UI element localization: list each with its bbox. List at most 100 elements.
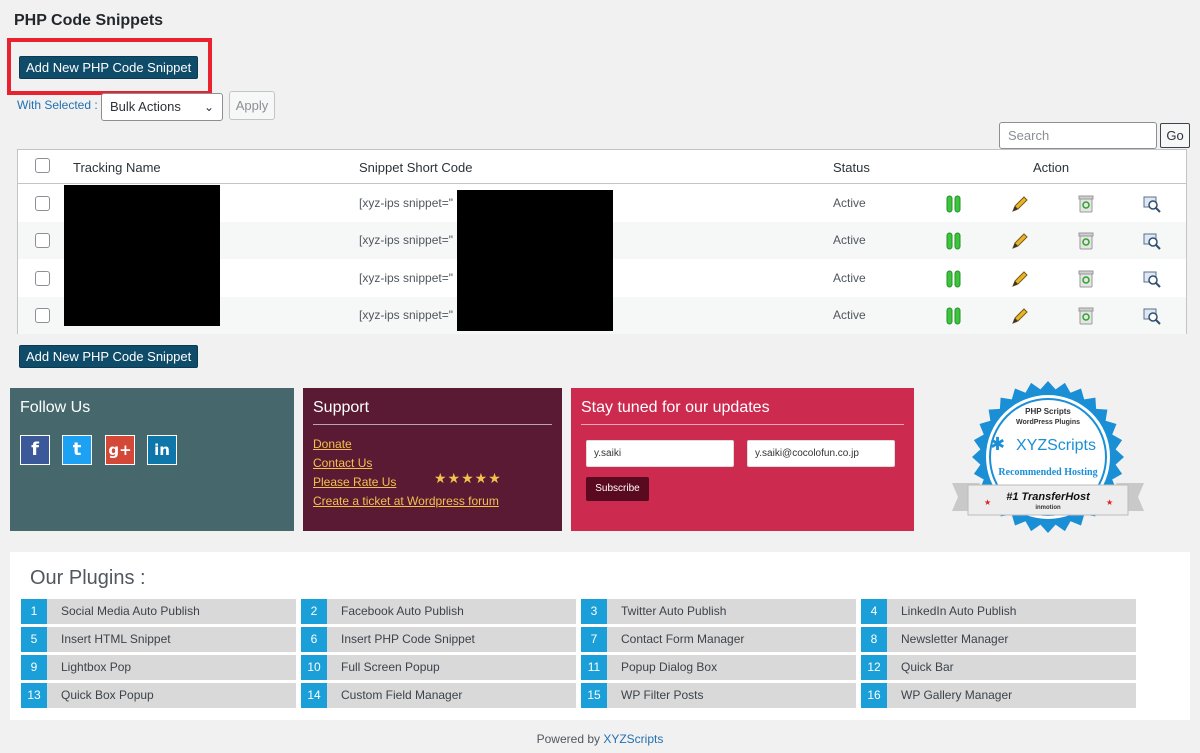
plugin-label[interactable]: WP Gallery Manager (901, 683, 1012, 708)
plugin-label[interactable]: Insert HTML Snippet (61, 627, 171, 652)
badge-ribbon: #1 TransferHost (1006, 491, 1091, 503)
footer: Powered by XYZScripts (0, 732, 1200, 746)
star-icon: ★ (984, 498, 991, 507)
plugin-item[interactable]: 7 Contact Form Manager (581, 627, 856, 652)
plugin-number: 11 (581, 655, 607, 680)
facebook-icon[interactable]: f (20, 435, 50, 465)
pause-icon[interactable] (944, 306, 964, 326)
plugin-item[interactable]: 14 Custom Field Manager (301, 683, 576, 708)
trash-icon[interactable] (1076, 194, 1096, 214)
edit-pencil-icon[interactable] (1010, 306, 1030, 326)
preview-icon[interactable] (1142, 306, 1162, 326)
plugin-item[interactable]: 11 Popup Dialog Box (581, 655, 856, 680)
wordpress-forum-link[interactable]: Create a ticket at Wordpress forum (313, 494, 499, 508)
trash-icon[interactable] (1076, 269, 1096, 289)
short-code: [xyz-ips snippet=" (359, 196, 453, 210)
status-text: Active (833, 271, 866, 285)
edit-pencil-icon[interactable] (1010, 269, 1030, 289)
plugin-item[interactable]: 8 Newsletter Manager (861, 627, 1136, 652)
plugin-item[interactable]: 6 Insert PHP Code Snippet (301, 627, 576, 652)
pause-icon[interactable] (944, 269, 964, 289)
plugins-title: Our Plugins : (30, 567, 146, 589)
column-action: Action (1033, 160, 1070, 175)
plugin-item[interactable]: 12 Quick Bar (861, 655, 1136, 680)
row-checkbox[interactable] (35, 196, 50, 211)
plugin-label[interactable]: Twitter Auto Publish (621, 599, 726, 624)
badge-brand: XYZScripts (1016, 437, 1096, 454)
subscriber-email-input[interactable]: y.saiki@cocolofun.co.jp (747, 440, 895, 467)
rating-stars[interactable]: ★★★★★ (434, 470, 502, 487)
plugin-label[interactable]: Quick Box Popup (61, 683, 154, 708)
plugin-item[interactable]: 5 Insert HTML Snippet (21, 627, 296, 652)
plugin-label[interactable]: Social Media Auto Publish (61, 599, 200, 624)
pause-icon[interactable] (944, 231, 964, 251)
search-input[interactable]: Search (999, 122, 1157, 149)
select-all-checkbox[interactable] (35, 158, 50, 173)
row-checkbox[interactable] (35, 308, 50, 323)
updates-title: Stay tuned for our updates (581, 399, 770, 416)
our-plugins-panel: Our Plugins : 1 Social Media Auto Publish… (10, 552, 1190, 720)
plugin-label[interactable]: LinkedIn Auto Publish (901, 599, 1016, 624)
row-checkbox[interactable] (35, 233, 50, 248)
row-checkbox[interactable] (35, 271, 50, 286)
xyzscripts-link[interactable]: XYZScripts (603, 732, 663, 746)
badge-recommended: Recommended Hosting (998, 467, 1097, 478)
donate-link[interactable]: Donate (313, 437, 352, 451)
contact-us-link[interactable]: Contact Us (313, 456, 372, 470)
badge-graphic: PHP Scripts WordPress Plugins ✱ XYZScrip… (952, 381, 1144, 533)
plugin-label[interactable]: Custom Field Manager (341, 683, 462, 708)
add-new-snippet-button-bottom[interactable]: Add New PHP Code Snippet (19, 345, 199, 368)
plugin-number: 13 (21, 683, 47, 708)
plugin-item[interactable]: 4 LinkedIn Auto Publish (861, 599, 1136, 624)
plugin-label[interactable]: WP Filter Posts (621, 683, 703, 708)
plugin-label[interactable]: Quick Bar (901, 655, 954, 680)
plugin-item[interactable]: 2 Facebook Auto Publish (301, 599, 576, 624)
plugin-number: 10 (301, 655, 327, 680)
column-short-code: Snippet Short Code (359, 160, 473, 175)
plugin-label[interactable]: Contact Form Manager (621, 627, 744, 652)
apply-button[interactable]: Apply (229, 91, 275, 120)
preview-icon[interactable] (1142, 194, 1162, 214)
plugin-number: 4 (861, 599, 887, 624)
badge-line2: WordPress Plugins (1016, 419, 1080, 426)
add-new-snippet-button[interactable]: Add New PHP Code Snippet (19, 56, 199, 79)
rate-us-link[interactable]: Please Rate Us (313, 475, 396, 489)
plugin-label[interactable]: Insert PHP Code Snippet (341, 627, 475, 652)
go-button[interactable]: Go (1160, 123, 1190, 148)
edit-pencil-icon[interactable] (1010, 194, 1030, 214)
subscriber-name-input[interactable]: y.saiki (586, 440, 734, 467)
plugin-item[interactable]: 3 Twitter Auto Publish (581, 599, 856, 624)
plugin-label[interactable]: Lightbox Pop (61, 655, 131, 680)
plugin-item[interactable]: 16 WP Gallery Manager (861, 683, 1136, 708)
plugin-item[interactable]: 10 Full Screen Popup (301, 655, 576, 680)
bulk-actions-select[interactable]: Bulk Actions ⌄ (101, 93, 223, 121)
plugin-label[interactable]: Popup Dialog Box (621, 655, 717, 680)
edit-pencil-icon[interactable] (1010, 231, 1030, 251)
plugin-number: 14 (301, 683, 327, 708)
preview-icon[interactable] (1142, 269, 1162, 289)
trash-icon[interactable] (1076, 306, 1096, 326)
plugin-label[interactable]: Full Screen Popup (341, 655, 440, 680)
trash-icon[interactable] (1076, 231, 1096, 251)
xyzscripts-hosting-badge[interactable]: PHP Scripts WordPress Plugins ✱ XYZScrip… (944, 377, 1152, 539)
linkedin-icon[interactable]: in (147, 435, 177, 465)
plugin-item[interactable]: 1 Social Media Auto Publish (21, 599, 296, 624)
footer-prefix: Powered by (536, 732, 600, 746)
plugin-item[interactable]: 15 WP Filter Posts (581, 683, 856, 708)
subscribe-button[interactable]: Subscribe (586, 477, 649, 501)
divider (581, 424, 904, 425)
with-selected-label: With Selected : (17, 98, 98, 112)
pause-icon[interactable] (944, 194, 964, 214)
page-title: PHP Code Snippets (14, 12, 164, 29)
plugin-item[interactable]: 9 Lightbox Pop (21, 655, 296, 680)
twitter-icon[interactable]: t (62, 435, 92, 465)
plugin-number: 15 (581, 683, 607, 708)
google-plus-icon[interactable]: g+ (105, 435, 135, 465)
table-header: Tracking Name Snippet Short Code Status … (18, 150, 1186, 184)
plugin-label[interactable]: Facebook Auto Publish (341, 599, 464, 624)
plugin-label[interactable]: Newsletter Manager (901, 627, 1008, 652)
redacted-tracking-names (64, 185, 220, 326)
preview-icon[interactable] (1142, 231, 1162, 251)
column-tracking-name[interactable]: Tracking Name (73, 160, 161, 175)
plugin-item[interactable]: 13 Quick Box Popup (21, 683, 296, 708)
